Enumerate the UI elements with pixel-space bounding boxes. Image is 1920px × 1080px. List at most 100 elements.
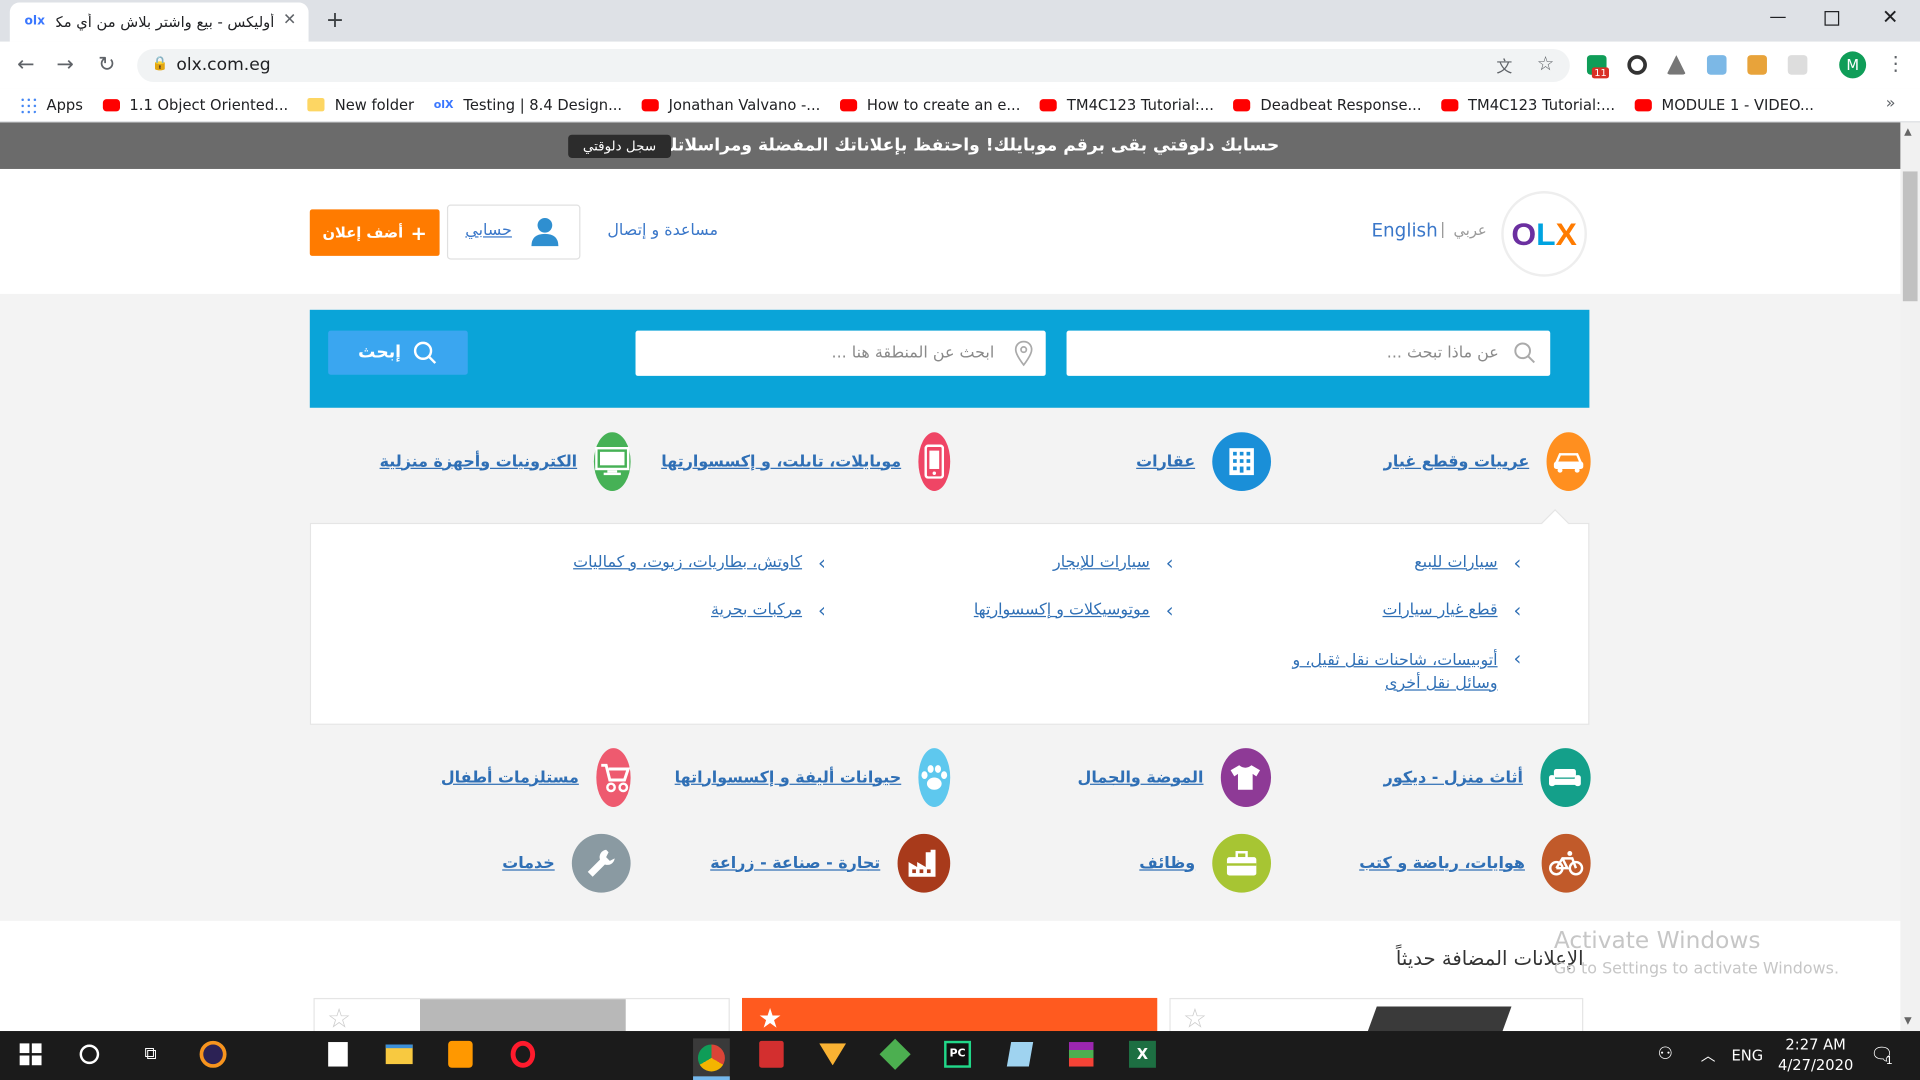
search-circle-icon[interactable] xyxy=(73,1038,105,1070)
excel-app-icon[interactable]: X xyxy=(1127,1038,1159,1070)
bookmark-item[interactable]: MODULE 1 - VIDEO... xyxy=(1634,96,1814,113)
category-real-estate[interactable]: عقارات xyxy=(1102,432,1272,492)
people-icon[interactable]: ⚇ xyxy=(1649,1038,1681,1070)
profile-avatar[interactable]: M xyxy=(1839,51,1867,79)
site-header xyxy=(0,168,1901,294)
lang-english-link[interactable]: English xyxy=(1371,219,1437,241)
bookmarks-bar: Apps 1.1 Object Oriented... New folder o… xyxy=(0,88,1920,123)
scroll-down-icon[interactable]: ▼ xyxy=(1904,1015,1912,1026)
search-location-input[interactable]: ابحث عن المنطقة هنا ... xyxy=(635,330,1046,376)
wps-app-icon[interactable] xyxy=(817,1038,849,1070)
category-mobiles[interactable]: موبايلات، تابلت، و إكسسوارتها xyxy=(661,432,951,492)
category-electronics[interactable]: الكترونيات وأجهزة منزلية xyxy=(380,432,631,492)
category-business[interactable]: تجارة - صناعة - زراعة xyxy=(710,833,951,893)
extension-record-icon[interactable] xyxy=(1627,55,1647,75)
category-fashion[interactable]: الموضة والجمال xyxy=(1078,748,1272,807)
subcategory-link[interactable]: سيارات للإيجار xyxy=(1053,553,1150,571)
extension-gray-icon[interactable] xyxy=(1787,55,1808,75)
notes-app-icon[interactable] xyxy=(1004,1038,1036,1070)
my-account-label[interactable]: حسابي xyxy=(465,222,512,240)
bookmark-item[interactable]: 1.1 Object Oriented... xyxy=(102,96,288,113)
subcategory-link[interactable]: مركبات بحرية xyxy=(711,601,802,619)
eclipse-app-icon[interactable] xyxy=(197,1038,229,1070)
bookmark-folder[interactable]: New folder xyxy=(307,96,414,113)
bookmark-item[interactable]: Jonathan Valvano -... xyxy=(641,96,820,113)
taskbar-clock[interactable]: 2:27 AM 4/27/2020 xyxy=(1778,1035,1853,1077)
building-icon xyxy=(1212,432,1272,492)
forward-arrow-icon[interactable]: → xyxy=(56,53,73,77)
input-language[interactable]: ENG xyxy=(1731,1047,1763,1064)
browser-tab[interactable]: olx أوليكس - بيع واشتر بلاش من أي مكان ✕ xyxy=(9,2,309,42)
windows-start-icon[interactable] xyxy=(15,1038,47,1070)
subcategory-link[interactable]: أتوبيسات، شاحنات نقل ثقيل، و وسائل نقل أ… xyxy=(1265,649,1497,696)
youtube-icon xyxy=(102,98,120,111)
ad-card[interactable]: ☆ xyxy=(1169,997,1584,1036)
register-now-button[interactable]: سجل دلوقتي xyxy=(568,134,671,158)
category-cars[interactable]: عربيات وقطع غيار xyxy=(1384,432,1591,492)
category-kids[interactable]: مستلزمات أطفال xyxy=(441,748,631,807)
bookmark-item[interactable]: TM4C123 Tutorial:... xyxy=(1441,96,1615,113)
bookmark-star-icon[interactable]: ☆ xyxy=(1537,51,1555,74)
notification-icon[interactable]: 🗨 xyxy=(1866,1038,1898,1070)
promo-text: حسابك دلوقتي بقى برقم موبايلك! واحتفظ بإ… xyxy=(621,135,1280,156)
task-view-icon[interactable]: ⧉ xyxy=(135,1038,167,1070)
winrar-app-icon[interactable] xyxy=(1065,1038,1097,1070)
opera-app-icon[interactable] xyxy=(507,1038,539,1070)
lang-separator: | xyxy=(1440,220,1446,239)
ad-card-featured[interactable]: ★ xyxy=(742,997,1158,1035)
category-pets[interactable]: حيوانات أليفة و إكسسواراتها xyxy=(675,748,951,807)
file-explorer-icon[interactable] xyxy=(383,1038,415,1070)
maximize-window-button[interactable] xyxy=(1824,11,1840,26)
ad-card[interactable]: ☆ xyxy=(313,997,730,1036)
bookmark-item[interactable]: olX Testing | 8.4 Design... xyxy=(434,96,622,113)
chrome-app-icon[interactable] xyxy=(693,1038,730,1080)
lock-icon: 🔒 xyxy=(151,55,169,72)
promo-banner: حسابك دلوقتي بقى برقم موبايلك! واحتفظ بإ… xyxy=(0,122,1901,169)
url-text: olx.com.eg xyxy=(176,55,271,75)
chevron-up-icon[interactable]: ︿ xyxy=(1692,1038,1724,1070)
close-window-button[interactable]: ✕ xyxy=(1882,5,1898,28)
reload-icon[interactable]: ↻ xyxy=(98,53,115,77)
subcategory-link[interactable]: كاوتش، بطاريات، زيوت، و كماليات xyxy=(573,553,802,571)
car-icon xyxy=(1546,432,1591,492)
browser-menu-icon[interactable]: ⋮ xyxy=(1886,51,1906,74)
bookmark-apps[interactable]: Apps xyxy=(19,96,83,114)
bookmark-item[interactable]: TM4C123 Tutorial:... xyxy=(1039,96,1214,113)
sublime-app-icon[interactable] xyxy=(444,1038,476,1070)
git-app-icon[interactable] xyxy=(879,1038,911,1070)
olx-logo[interactable]: OLX xyxy=(1503,193,1585,275)
factory-icon xyxy=(897,833,951,893)
post-ad-button[interactable]: + أضف إعلان xyxy=(309,209,440,256)
search-what-input[interactable]: عن ماذا تبحث ... xyxy=(1066,330,1551,376)
pycharm-app-icon[interactable]: PC xyxy=(942,1038,974,1070)
extension-clip-icon[interactable] xyxy=(1706,55,1727,75)
bookmark-item[interactable]: Deadbeat Response... xyxy=(1233,96,1422,113)
extension-badge: 11 xyxy=(1591,67,1610,79)
paw-icon xyxy=(918,748,951,807)
notification-count: 1 xyxy=(1885,1055,1893,1068)
category-hobbies[interactable]: هوايات، رياضة و كتب xyxy=(1359,833,1591,893)
address-bar[interactable] xyxy=(137,48,1570,83)
notepad-app-icon[interactable] xyxy=(322,1038,354,1070)
lang-arabic-link[interactable]: عربي xyxy=(1453,222,1486,239)
subcategory-link[interactable]: قطع غيار سيارات xyxy=(1383,601,1498,619)
translate-icon[interactable]: 文 xyxy=(1496,54,1512,77)
subcategory-link[interactable]: موتوسيكلات و إكسسوارتها xyxy=(974,601,1150,619)
category-furniture[interactable]: أثاث منزل - ديكور xyxy=(1384,748,1591,807)
search-button[interactable]: إبحث xyxy=(328,330,468,375)
youtube-icon xyxy=(1634,98,1652,111)
acrobat-app-icon[interactable] xyxy=(756,1038,788,1070)
subcategory-link[interactable]: سيارات للبيع xyxy=(1414,553,1497,571)
back-arrow-icon[interactable]: ← xyxy=(17,53,34,77)
scroll-up-icon[interactable]: ▲ xyxy=(1904,126,1912,137)
help-contact-link[interactable]: مساعدة و إتصال xyxy=(607,222,718,240)
close-tab-icon[interactable]: ✕ xyxy=(283,11,296,29)
new-tab-button[interactable]: + xyxy=(326,7,344,33)
category-services[interactable]: خدمات xyxy=(490,833,631,893)
minimize-window-button[interactable]: — xyxy=(1769,7,1786,27)
bookmarks-overflow-button[interactable]: » xyxy=(1886,94,1896,112)
bookmark-item[interactable]: How to create an e... xyxy=(839,96,1020,113)
extension-photo-icon[interactable] xyxy=(1747,55,1767,75)
category-jobs[interactable]: وظائف xyxy=(1139,833,1272,893)
scrollbar-thumb[interactable] xyxy=(1902,171,1918,302)
